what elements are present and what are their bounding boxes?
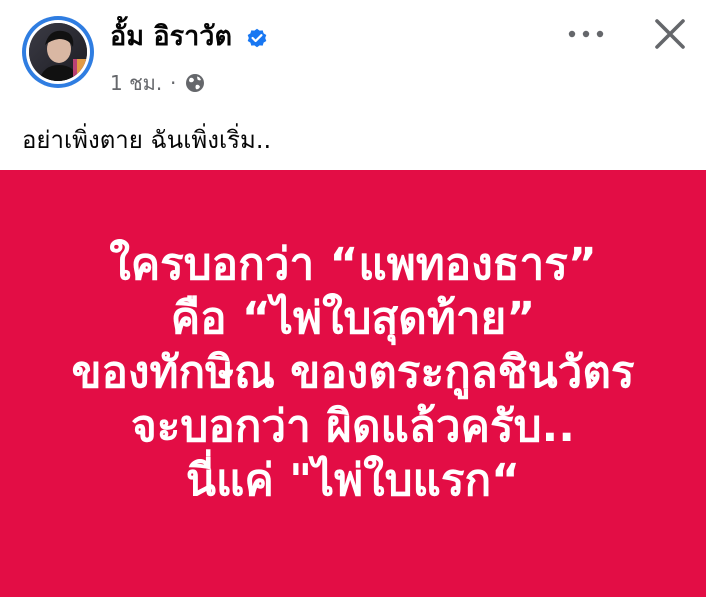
post-caption: อย่าเพิ่งตาย ฉันเพิ่งเริ่ม..: [22, 126, 272, 154]
profile-photo-icon: [29, 23, 87, 81]
image-text-line: คือ “ไพ่ใบสุดท้าย”: [170, 293, 536, 344]
verified-badge-icon: [247, 28, 267, 48]
post-image[interactable]: ใครบอกว่า “แพทองธาร” คือ “ไพ่ใบสุดท้าย” …: [0, 170, 706, 597]
more-options-icon[interactable]: [566, 24, 606, 44]
image-text-block: ใครบอกว่า “แพทองธาร” คือ “ไพ่ใบสุดท้าย” …: [0, 238, 706, 508]
image-text-line: ของทักษิณ ของตระกูลชินวัตร: [71, 347, 635, 398]
avatar-photo: [29, 23, 87, 81]
image-text-line: จะบอกว่า ผิดแล้วครับ..: [131, 401, 575, 452]
image-text-line: นี่แค่ "ไพ่ใบแรก“: [185, 455, 521, 506]
meta-separator: ·: [170, 71, 177, 95]
post-header: อั้ม อิราวัต 1 ชม. ·: [0, 0, 706, 110]
close-icon[interactable]: [652, 16, 688, 52]
image-text-line: ใครบอกว่า “แพทองธาร”: [109, 239, 597, 290]
globe-icon[interactable]: [185, 73, 205, 93]
avatar-ring: [26, 20, 90, 84]
author-name[interactable]: อั้ม อิราวัต: [110, 19, 232, 55]
avatar[interactable]: [22, 16, 94, 88]
post-timestamp[interactable]: 1 ชม.: [110, 69, 162, 97]
